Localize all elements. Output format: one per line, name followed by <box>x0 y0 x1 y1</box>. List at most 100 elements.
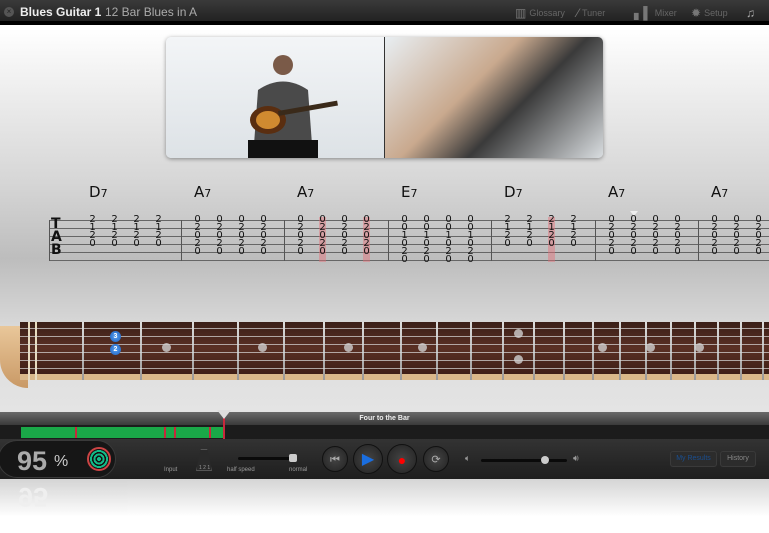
tab-note: 0 <box>608 246 615 257</box>
chord-extension: 7 <box>100 187 108 200</box>
tab-note: 0 <box>733 246 740 257</box>
fret-inlay <box>646 343 655 352</box>
volume-slider-knob[interactable] <box>541 456 549 464</box>
chord-label: D7 <box>504 183 523 201</box>
fretboard <box>20 322 769 380</box>
record-button[interactable]: ● <box>387 444 417 474</box>
tab-note: 0 <box>401 254 408 265</box>
fret-wire <box>82 322 84 380</box>
tab-note: 0 <box>341 246 348 257</box>
fret-wire <box>592 322 594 380</box>
record-icon: ● <box>397 452 407 468</box>
fret-wire <box>762 322 764 380</box>
half-speed-label: half speed <box>227 467 255 473</box>
chord-label: A7 <box>711 183 728 201</box>
mistake-marker <box>164 427 166 438</box>
fret-wire <box>400 322 402 380</box>
played-progress-bar <box>21 427 224 438</box>
chord-root: D <box>504 183 516 201</box>
mistake-marker <box>75 427 77 438</box>
fret-wire <box>140 322 142 380</box>
play-icon: ▶ <box>361 451 375 468</box>
chord-label: E7 <box>401 183 417 201</box>
fret-inlay <box>258 343 267 352</box>
chord-root: A <box>194 183 205 201</box>
tab-note: 0 <box>467 254 474 265</box>
guitar-string <box>20 368 769 369</box>
rewind-button[interactable]: ⏮ <box>322 446 348 472</box>
playhead[interactable] <box>223 418 225 439</box>
fret-wire <box>563 322 565 380</box>
tab-note: 0 <box>548 238 555 249</box>
tab-note: 0 <box>319 246 326 257</box>
chord-root: D <box>89 183 101 201</box>
finger-position-marker: 3 <box>110 331 121 342</box>
play-button[interactable]: ▶ <box>353 444 383 474</box>
history-button[interactable]: History <box>720 451 756 467</box>
tablature: T A B D7 2 1 2 0 2 1 2 0 2 1 2 0 2 1 2 0 A7 0 2 0 2 0 0 2 0 2 0 0 2 0 2 0 0 2… <box>0 0 769 300</box>
tab-note: 0 <box>89 238 96 249</box>
score-unit: % <box>54 453 69 470</box>
tab-bar-line <box>491 220 492 261</box>
fret-inlay <box>344 343 353 352</box>
volume-slider[interactable] <box>481 459 567 462</box>
chord-extension: 7 <box>204 187 212 200</box>
guitar-string <box>20 360 769 361</box>
fret-inlay <box>514 355 523 364</box>
fret-inlay <box>695 343 704 352</box>
chord-root: A <box>297 183 308 201</box>
score-reflection: 95 <box>18 482 49 512</box>
volume-high-icon: 🔊︎ <box>573 453 579 463</box>
fret-wire <box>717 322 719 380</box>
chord-label: A7 <box>297 183 314 201</box>
speed-slider-knob[interactable] <box>289 454 297 462</box>
nut <box>28 322 30 380</box>
fret-wire <box>362 322 364 380</box>
guitar-string <box>20 328 769 329</box>
speed-slider[interactable] <box>238 457 296 460</box>
tab-note: 0 <box>216 246 223 257</box>
fret-wire <box>470 322 472 380</box>
loop-icon: ⟳ <box>431 454 441 466</box>
tab-start-line <box>49 220 50 261</box>
guitar-string <box>20 352 769 353</box>
fret-wire <box>502 322 504 380</box>
normal-speed-label: normal <box>289 467 308 473</box>
tab-note: 0 <box>155 238 162 249</box>
loop-button[interactable]: ⟳ <box>423 446 449 472</box>
chord-root: A <box>711 183 722 201</box>
fret-wire <box>533 322 535 380</box>
tab-note: 0 <box>652 246 659 257</box>
tab-bar-line <box>284 220 285 261</box>
tab-clef: TAB <box>51 216 62 258</box>
chord-root: A <box>608 183 619 201</box>
volume-low-icon: 🔈︎ <box>465 453 471 463</box>
my-results-button[interactable]: My Results <box>670 451 717 467</box>
tab-note: 0 <box>111 238 118 249</box>
mistake-marker <box>174 427 176 438</box>
fret-wire <box>283 322 285 380</box>
nut <box>35 322 37 380</box>
tab-note: 0 <box>238 246 245 257</box>
tab-note: 0 <box>194 246 201 257</box>
tab-note: 0 <box>674 246 681 257</box>
chord-label: D7 <box>89 183 108 201</box>
mistake-marker <box>209 427 211 438</box>
chord-label: A7 <box>608 183 625 201</box>
fret-wire <box>237 322 239 380</box>
input-label: Input <box>164 467 178 473</box>
chord-extension: 7 <box>618 187 626 200</box>
fret-wire <box>619 322 621 380</box>
tab-string-line <box>49 252 769 253</box>
tab-note: 0 <box>630 246 637 257</box>
tab-note: 0 <box>711 246 718 257</box>
reflection: 95 <box>0 479 769 533</box>
guitar-string <box>20 344 769 345</box>
guitar-neck: 32 <box>0 322 769 395</box>
chord-label: A7 <box>194 183 211 201</box>
fret-wire <box>740 322 742 380</box>
chord-extension: 7 <box>515 187 523 200</box>
chord-extension: 7 <box>410 187 418 200</box>
tab-note: 0 <box>297 246 304 257</box>
playhead-handle[interactable] <box>217 410 231 419</box>
